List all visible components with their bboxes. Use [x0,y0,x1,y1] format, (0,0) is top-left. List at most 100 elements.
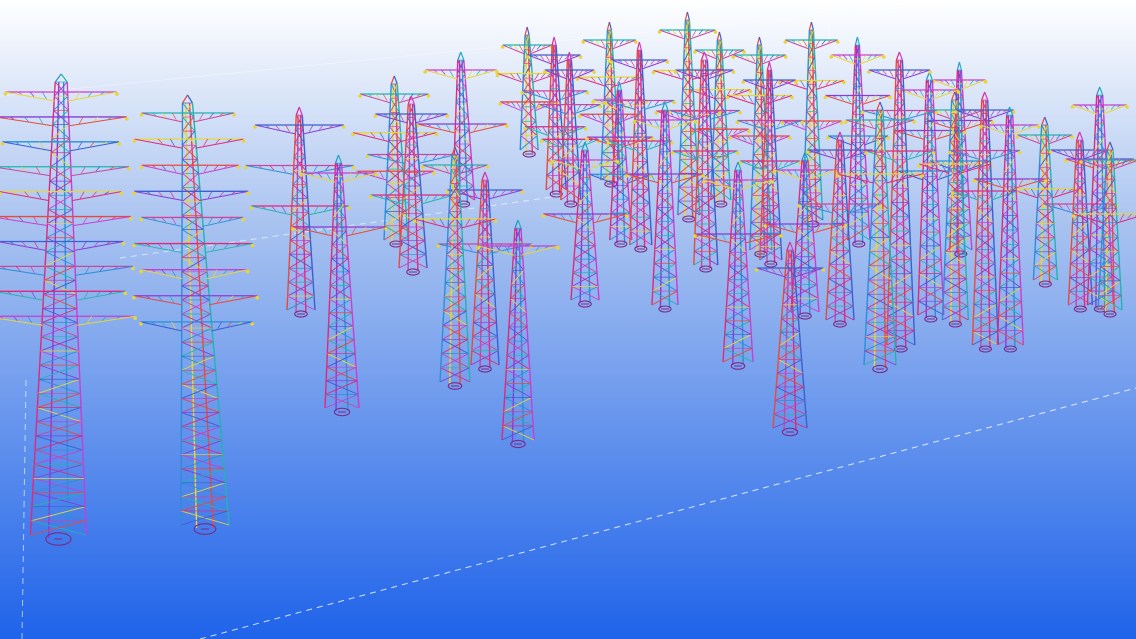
insulator-node [931,151,936,155]
insulator-node [728,136,733,140]
insulator-node [139,113,144,117]
insulator-node [717,111,722,115]
insulator-node [701,174,706,178]
insulator-node [132,139,137,143]
insulator-node [420,165,425,169]
insulator-node [341,125,346,129]
insulator-node [253,125,257,129]
insulator-node [246,191,250,196]
insulator-node [117,142,121,146]
insulator-node [693,120,698,124]
insulator-node [632,120,637,124]
insulator-node [426,94,431,98]
insulator-node [821,268,826,272]
insulator-node [738,110,742,115]
insulator-node [741,80,745,84]
insulator-node [500,45,505,49]
insulator-node [748,89,753,94]
insulator-node [1048,150,1053,154]
insulator-node [731,55,736,59]
insulator-node [365,154,370,159]
insulator-node [241,217,245,222]
insulator-node [139,322,143,326]
insulator-node [131,266,135,271]
insulator-node [713,30,718,34]
insulator-node [826,136,830,140]
insulator-node [624,214,629,218]
insulator-node [412,219,417,223]
insulator-node [537,104,542,109]
insulator-node [947,150,952,155]
insulator-node [578,55,583,59]
insulator-node [746,129,751,133]
insulator-node [126,166,131,171]
insulator-node [133,316,137,321]
insulator-node [504,124,509,128]
insulator-node [912,120,916,124]
insulator-node [139,269,143,274]
insulator-node [835,174,840,178]
insulator-node [423,70,427,74]
insulator-node [693,234,697,238]
insulator-node [123,291,128,296]
insulator-node [772,170,776,174]
insulator-node [864,151,868,155]
insulator-node [1015,135,1020,139]
insulator-node [950,191,955,195]
insulator-node [550,160,555,164]
insulator-node [615,160,620,164]
insulator-node [1036,125,1041,129]
insulator-node [779,234,783,238]
insulator-node [232,113,236,117]
insulator-node [609,60,614,64]
insulator-node [351,165,356,170]
structural-model-scene[interactable] [0,0,1136,639]
insulator-node [541,214,546,218]
insulator-node [493,219,498,223]
insulator-node [495,73,500,78]
insulator-node [132,295,136,300]
insulator-node [585,91,590,95]
insulator-node [624,174,629,178]
insulator-node [603,100,608,105]
insulator-node [3,92,8,96]
insulator-node [119,191,123,196]
insulator-node [735,151,740,155]
insulator-node [670,151,675,155]
insulator-node [498,102,502,106]
insulator-node [917,164,921,168]
insulator-node [299,173,303,177]
insulator-node [358,94,362,98]
insulator-node [539,139,544,144]
insulator-node [347,206,351,210]
insulator-node [132,191,136,196]
insulator-node [823,95,828,100]
insulator-node [788,136,792,140]
insulator-node [436,244,440,248]
insulator-node [780,121,785,125]
insulator-node [592,70,596,74]
3d-model-viewport[interactable] [0,0,1136,639]
insulator-node [839,121,844,125]
insulator-node [673,70,678,74]
insulator-node [578,114,582,119]
insulator-node [585,137,589,141]
insulator-node [1070,105,1075,109]
insulator-node [770,180,775,184]
insulator-node [972,179,976,183]
insulator-node [934,110,939,115]
insulator-node [1043,179,1048,183]
insulator-node [129,216,133,221]
insulator-node [1071,214,1076,218]
insulator-node [956,90,961,94]
insulator-node [255,295,259,300]
insulator-node [1079,160,1083,164]
insulator-node [783,55,788,59]
insulator-node [725,95,730,100]
insulator-node [657,30,662,34]
insulator-node [369,195,373,199]
insulator-node [384,227,388,231]
insulator-node [520,91,525,95]
insulator-node [249,206,253,210]
insulator-node [790,95,794,100]
